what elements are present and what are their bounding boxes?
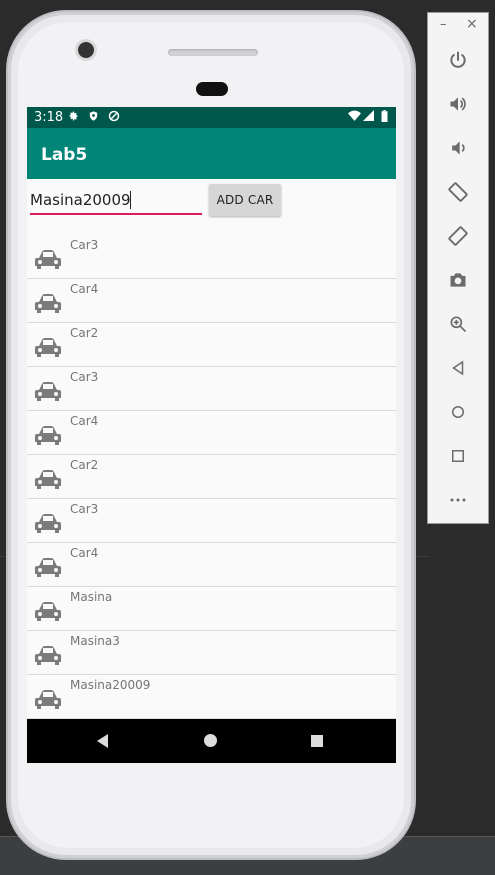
zoom-icon[interactable] [443, 309, 473, 339]
wifi-icon [348, 110, 361, 124]
text-cursor [130, 191, 131, 209]
car-icon [35, 514, 61, 533]
car-icon [35, 338, 61, 357]
minimize-button[interactable]: – [440, 17, 447, 32]
app-bar: Lab5 [27, 128, 396, 179]
list-item[interactable]: Car2 [27, 455, 396, 499]
list-item[interactable]: Car3 [27, 367, 396, 411]
front-camera [78, 42, 94, 58]
more-icon[interactable] [443, 485, 473, 515]
list-item[interactable]: Car2 [27, 323, 396, 367]
car-name-label: Car3 [70, 370, 99, 384]
nav-back-icon[interactable] [97, 734, 108, 748]
list-item[interactable]: Car3 [27, 499, 396, 543]
navigation-bar [27, 719, 396, 763]
car-name-label: Masina3 [70, 634, 120, 648]
power-icon[interactable] [443, 45, 473, 75]
car-icon [35, 646, 61, 665]
car-name-label: Car4 [70, 546, 99, 560]
overview-icon[interactable] [443, 441, 473, 471]
sensor-pill [196, 82, 228, 96]
shield-icon [88, 110, 99, 125]
car-name-label: Car2 [70, 326, 99, 340]
home-icon[interactable] [443, 397, 473, 427]
car-name-label: Car2 [70, 458, 99, 472]
car-list[interactable]: Car3 Car4 Car2 Car3 Car4 Car2 Car3 Car4 Masina Ma… [27, 235, 396, 719]
input-row: ADD CAR [27, 179, 396, 235]
earpiece-speaker [168, 49, 258, 56]
volume-up-icon[interactable] [443, 89, 473, 119]
rotate-right-icon[interactable] [443, 221, 473, 251]
car-name-input[interactable] [30, 187, 202, 215]
car-name-label: Car4 [70, 282, 99, 296]
signal-icon [363, 110, 374, 124]
car-name-label: Car3 [70, 238, 99, 252]
car-icon [35, 426, 61, 445]
car-icon [35, 602, 61, 621]
car-icon [35, 294, 61, 313]
car-icon [35, 250, 61, 269]
data-saver-icon [108, 110, 120, 125]
car-name-label: Car3 [70, 502, 99, 516]
status-bar: 3:18 [27, 107, 396, 128]
close-button[interactable]: × [466, 16, 478, 32]
car-name-label: Masina20009 [70, 678, 151, 692]
list-item[interactable]: Car4 [27, 411, 396, 455]
settings-icon [67, 110, 79, 125]
emulator-toolbar: – × [427, 12, 489, 524]
device-screen: 3:18 Lab5 ADD CAR Car3Ca [27, 107, 396, 763]
car-icon [35, 382, 61, 401]
battery-icon [381, 110, 388, 125]
camera-icon[interactable] [443, 265, 473, 295]
app-title: Lab5 [41, 145, 88, 165]
rotate-left-icon[interactable] [443, 177, 473, 207]
list-item[interactable]: Car4 [27, 543, 396, 587]
nav-home-icon[interactable] [204, 734, 217, 747]
list-item[interactable]: Car3 [27, 235, 396, 279]
add-car-button[interactable]: ADD CAR [209, 184, 281, 216]
list-item[interactable]: Masina3 [27, 631, 396, 675]
nav-recents-icon[interactable] [311, 735, 323, 747]
car-name-label: Masina [70, 590, 113, 604]
list-item[interactable]: Masina [27, 587, 396, 631]
status-time: 3:18 [34, 110, 64, 125]
car-name-label: Car4 [70, 414, 99, 428]
car-icon [35, 558, 61, 577]
back-icon[interactable] [443, 353, 473, 383]
car-icon [35, 470, 61, 489]
volume-down-icon[interactable] [443, 133, 473, 163]
list-item[interactable]: Car4 [27, 279, 396, 323]
car-icon [35, 690, 61, 709]
list-item[interactable]: Masina20009 [27, 675, 396, 719]
